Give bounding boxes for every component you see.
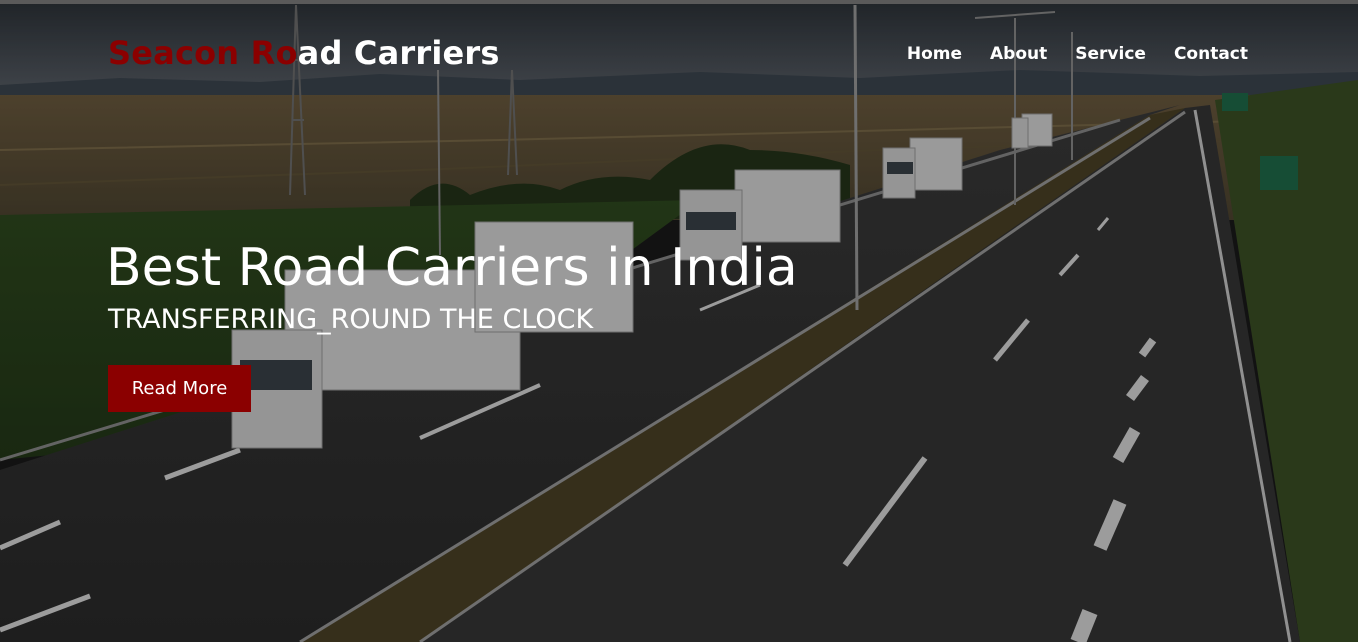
hero-section: Seacon Road Carriers Home About Service …	[0, 0, 1358, 642]
site-logo[interactable]: Seacon Road Carriers	[108, 34, 500, 72]
main-nav: Home About Service Contact	[907, 44, 1248, 64]
nav-link-about[interactable]: About	[990, 44, 1047, 64]
logo-accent-text: Seacon Ro	[108, 34, 298, 72]
nav-link-home[interactable]: Home	[907, 44, 962, 64]
hero-subheadline: TRANSFERRING_ROUND THE CLOCK	[108, 304, 594, 335]
logo-rest-text: ad Carriers	[297, 34, 500, 72]
nav-link-service[interactable]: Service	[1075, 44, 1146, 64]
top-divider	[0, 0, 1358, 4]
read-more-button[interactable]: Read More	[108, 365, 251, 412]
nav-link-contact[interactable]: Contact	[1174, 44, 1248, 64]
hero-headline: Best Road Carriers in India	[106, 238, 798, 298]
